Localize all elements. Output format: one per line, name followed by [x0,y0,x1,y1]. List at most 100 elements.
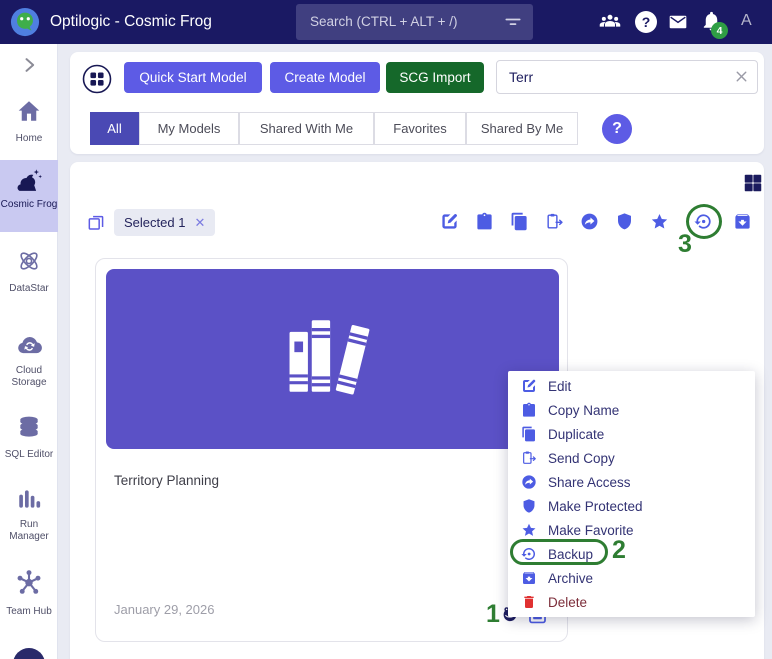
avatar[interactable]: A [741,12,752,30]
send-copy-icon [521,450,537,466]
model-card-title: Territory Planning [114,473,220,488]
tab-my-models[interactable]: My Models [139,112,239,145]
menu-item-label: Make Protected [548,498,643,514]
quick-start-model-button[interactable]: Quick Start Model [124,62,262,93]
menu-item-label: Share Access [548,474,631,490]
menu-item-send-copy[interactable]: Send Copy [508,446,755,470]
edit-icon[interactable] [440,212,459,231]
top-bar: Optilogic - Cosmic Frog Search (CTRL + A… [0,0,772,44]
menu-item-label: Backup [548,546,594,562]
app-title: Optilogic - Cosmic Frog [50,13,212,30]
menu-item-label: Copy Name [548,402,620,418]
home-icon [16,98,42,124]
backup-icon [521,546,537,562]
menu-item-label: Send Copy [548,450,615,466]
sidebar-item-home[interactable]: Home [0,92,58,148]
sidebar-collapse-chevron-icon[interactable] [19,55,39,75]
help-glyph: ? [641,14,651,30]
sidebar-item-label: Home [15,133,43,144]
notification-badge: 4 [711,22,728,39]
people-icon[interactable] [597,11,623,33]
menu-item-label: Delete [548,594,588,610]
bar-chart-icon [16,486,42,512]
selected-chip-label: Selected 1 [124,215,186,230]
app-window: Optilogic - Cosmic Frog Search (CTRL + A… [0,0,772,659]
edit-icon [521,378,537,394]
sidebar-item-datastar[interactable]: DataStar [0,242,58,298]
menu-item-label: Archive [548,570,594,586]
datastar-atom-icon [16,248,42,274]
sidebar-item-label: Team Hub [6,606,52,617]
more-options-icon[interactable]: ⋮ [765,66,772,89]
menu-item-copy-name[interactable]: Copy Name [508,398,755,422]
help-icon[interactable]: ? [635,11,657,33]
share-access-icon [521,474,537,490]
menu-item-duplicate[interactable]: Duplicate [508,422,755,446]
menu-item-make-favorite[interactable]: Make Favorite [508,518,755,542]
shield-icon[interactable] [615,212,634,231]
optilogic-logo-icon[interactable] [10,7,40,37]
model-card-thumbnail [106,269,559,449]
menu-item-label: Duplicate [548,426,605,442]
tab-favorites[interactable]: Favorites [374,112,466,145]
sidebar-item-label: Run Manager [9,519,49,542]
duplicate-icon[interactable] [510,212,529,231]
menu-item-edit[interactable]: Edit [508,374,755,398]
filter-icon[interactable] [503,12,523,32]
archive-icon[interactable] [733,212,752,231]
sidebar-item-label: SQL Editor [4,449,54,460]
sidebar: Home Cosmic Frog DataStar Cloud Storage … [0,44,58,659]
tabs-help-icon[interactable]: ? [602,114,632,144]
mail-icon[interactable] [667,12,689,32]
chip-close-icon[interactable]: ✕ [194,215,205,231]
help-glyph: ? [612,120,622,137]
grid-view-icon[interactable] [742,172,764,194]
clear-search-icon[interactable] [733,68,750,85]
create-model-button[interactable]: Create Model [270,62,380,93]
tab-shared-with-me[interactable]: Shared With Me [239,112,374,145]
sidebar-item-label: Cosmic Frog [0,199,58,210]
tab-shared-by-me[interactable]: Shared By Me [466,112,578,145]
database-icon [16,414,42,440]
context-menu: Edit Copy Name Duplicate Send Copy Share… [508,371,755,617]
global-search-button[interactable]: Search (CTRL + ALT + /) [296,4,533,40]
model-card-date: January 29, 2026 [114,602,215,617]
model-search-box [496,60,758,94]
sidebar-item-run-manager[interactable]: Run Manager [0,480,58,546]
books-icon [276,305,392,409]
global-search-label: Search (CTRL + ALT + /) [310,14,458,29]
trash-icon [521,594,537,610]
duplicate-icon [521,426,537,442]
menu-item-archive[interactable]: Archive [508,566,755,590]
selected-chip[interactable]: Selected 1 ✕ [114,209,216,236]
archive-icon [521,570,537,586]
model-search-input[interactable] [509,62,719,92]
apps-grid-icon[interactable] [82,64,112,94]
sidebar-item-cloud-storage[interactable]: Cloud Storage [0,326,58,392]
star-icon[interactable] [650,212,669,231]
team-hub-icon [15,568,43,596]
sidebar-item-label: Cloud Storage [11,365,47,388]
multi-select-icon[interactable] [86,212,106,232]
menu-item-share-access[interactable]: Share Access [508,470,755,494]
star-icon [521,522,537,538]
sidebar-item-team-hub[interactable]: Team Hub [0,562,58,622]
menu-item-label: Edit [548,378,572,394]
menu-item-backup[interactable]: Backup [508,542,755,566]
backup-icon[interactable] [694,212,713,231]
sidebar-bottom-icon[interactable] [13,648,45,659]
tab-all[interactable]: All [90,112,139,145]
send-copy-icon[interactable] [545,212,564,231]
sidebar-item-cosmic-frog[interactable]: Cosmic Frog [0,160,58,232]
cloud-sync-icon [16,332,42,358]
share-access-icon[interactable] [580,212,599,231]
sidebar-item-label: DataStar [9,283,49,294]
scg-import-button[interactable]: SCG Import [386,62,484,93]
menu-item-label: Make Favorite [548,522,634,538]
menu-item-delete[interactable]: Delete [508,590,755,614]
shield-icon [521,498,537,514]
sidebar-item-sql-editor[interactable]: SQL Editor [0,408,58,464]
copy-name-icon[interactable] [475,212,494,231]
model-card[interactable]: Territory Planning January 29, 2026 [95,258,568,642]
menu-item-make-protected[interactable]: Make Protected [508,494,755,518]
